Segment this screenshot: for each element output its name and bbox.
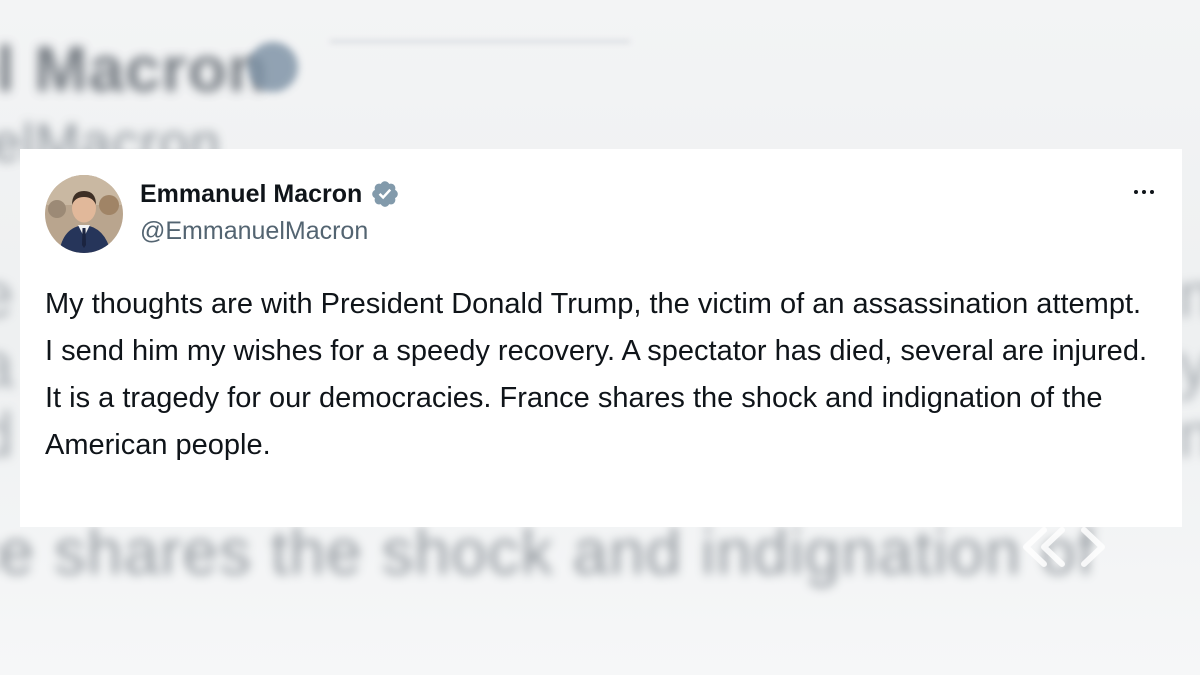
avatar-portrait-icon <box>45 175 123 253</box>
blurred-edge-text: e <box>0 258 15 332</box>
more-options-icon[interactable] <box>1124 181 1164 203</box>
more-dot <box>1134 190 1138 194</box>
author-display-name[interactable]: Emmanuel Macron <box>140 180 362 209</box>
more-dot <box>1142 190 1146 194</box>
background-divider <box>330 40 630 43</box>
tweet-text: My thoughts are with President Donald Tr… <box>45 288 1147 461</box>
author-handle[interactable]: @EmmanuelMacron <box>140 217 368 246</box>
blurred-edge-text: a <box>0 328 15 402</box>
chevron-watermark-icon <box>1023 527 1105 567</box>
tweet-card: Emmanuel Macron @EmmanuelMacron My thoug… <box>20 149 1182 527</box>
more-dot <box>1150 190 1154 194</box>
blurred-name: el Macron <box>0 33 268 105</box>
avatar[interactable] <box>45 175 123 253</box>
verified-badge-icon <box>372 181 399 207</box>
blurred-edge-text: d <box>0 398 15 472</box>
author-name-row: Emmanuel Macron <box>140 177 400 211</box>
blurred-verified-icon <box>248 42 298 92</box>
